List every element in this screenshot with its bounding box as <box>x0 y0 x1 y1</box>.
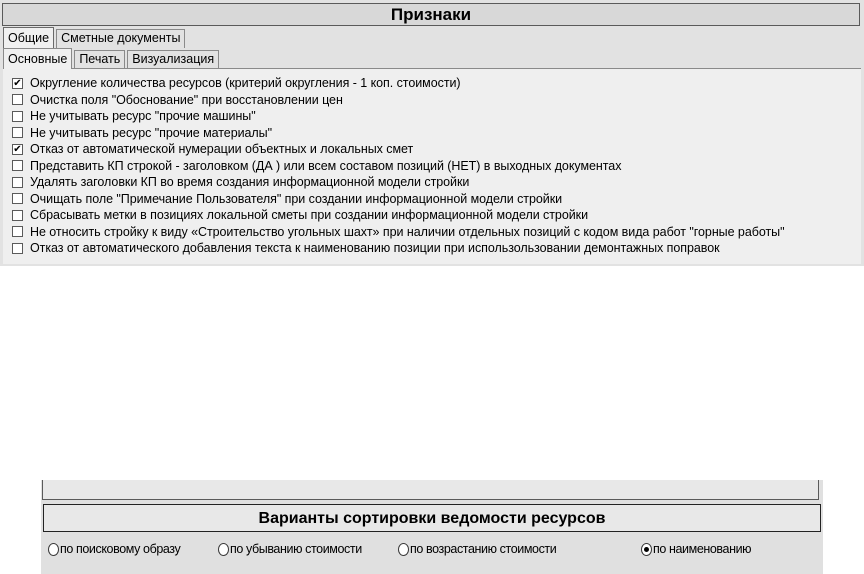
checkbox-list: ✔ Округление количества ресурсов (критери… <box>12 75 785 257</box>
sort-option-label: по поисковому образу <box>60 542 181 556</box>
checkbox-label: Удалять заголовки КП во время создания и… <box>30 175 470 190</box>
main-tabs: Общие Сметные документы <box>3 27 187 48</box>
features-panel: Признаки Общие Сметные документы Основны… <box>0 0 864 266</box>
tab-basic[interactable]: Основные <box>3 48 73 69</box>
sort-options: по поисковому образу по убыванию стоимост… <box>41 542 823 560</box>
tab-print[interactable]: Печать <box>74 50 126 69</box>
sort-option[interactable]: по поисковому образу <box>48 542 181 556</box>
tab-visualization[interactable]: Визуализация <box>127 50 220 69</box>
check-mark-icon: ✔ <box>13 77 22 89</box>
sort-option[interactable]: по убыванию стоимости <box>218 542 362 556</box>
checkbox-row[interactable]: Представить КП строкой - заголовком (ДА … <box>12 158 784 175</box>
panel-frame <box>42 480 819 500</box>
radio-button[interactable] <box>398 542 409 556</box>
checkbox-row[interactable]: Удалять заголовки КП во время создания и… <box>12 174 784 191</box>
checkbox-label: Не учитывать ресурс "прочие машины" <box>30 109 256 124</box>
tab-general[interactable]: Общие <box>3 27 55 48</box>
checkbox[interactable]: ✔ <box>12 77 23 89</box>
checkbox[interactable] <box>12 110 23 122</box>
sort-title: Варианты сортировки ведомости ресурсов <box>43 504 821 532</box>
tab-estimate-documents[interactable]: Сметные документы <box>56 29 186 48</box>
checkbox-row[interactable]: Очищать поле "Примечание Пользователя" п… <box>12 191 784 208</box>
checkbox-label: Представить КП строкой - заголовком (ДА … <box>30 158 622 173</box>
checkbox-label: Отказ от автоматической нумерации объект… <box>30 142 414 157</box>
checkbox[interactable] <box>12 127 23 139</box>
sort-option-label: по наименованию <box>653 542 752 556</box>
checkbox-row[interactable]: Не учитывать ресурс "прочие материалы" <box>12 125 784 142</box>
checkbox[interactable] <box>12 193 23 205</box>
checkbox-label: Округление количества ресурсов (критерий… <box>30 76 461 91</box>
sort-panel: Варианты сортировки ведомости ресурсов п… <box>41 480 823 574</box>
radio-button[interactable] <box>48 542 59 556</box>
sub-tabs: Основные Печать Визуализация <box>3 48 221 69</box>
checkbox-row[interactable]: Не учитывать ресурс "прочие машины" <box>12 108 784 125</box>
sort-option[interactable]: по возрастанию стоимости <box>398 542 557 556</box>
checkbox-row[interactable]: Сбрасывать метки в позициях локальной см… <box>12 207 784 224</box>
check-mark-icon: ✔ <box>13 143 22 155</box>
checkbox[interactable] <box>12 226 23 238</box>
checkbox[interactable] <box>12 242 23 254</box>
checkbox-row[interactable]: Очистка поля "Обоснование" при восстанов… <box>12 92 784 109</box>
checkbox-row[interactable]: ✔ Округление количества ресурсов (критери… <box>12 75 784 92</box>
checkbox-label: Отказ от автоматического добавления текс… <box>30 241 720 256</box>
panel-title: Признаки <box>2 3 860 26</box>
checkbox-row[interactable]: ✔ Отказ от автоматической нумерации объек… <box>12 141 784 158</box>
sort-option[interactable]: по наименованию <box>641 542 752 556</box>
checkbox[interactable] <box>12 209 23 221</box>
checkbox-label: Не относить стройку к виду «Строительств… <box>30 224 785 239</box>
checkbox[interactable] <box>12 176 23 188</box>
checkbox-row[interactable]: Отказ от автоматического добавления текс… <box>12 240 784 257</box>
checkbox-label: Очистка поля "Обоснование" при восстанов… <box>30 92 343 107</box>
checkbox-label: Очищать поле "Примечание Пользователя" п… <box>30 191 563 206</box>
checkbox-label: Не учитывать ресурс "прочие материалы" <box>30 125 272 140</box>
checkbox[interactable] <box>12 160 23 172</box>
sort-option-label: по убыванию стоимости <box>230 542 362 556</box>
checkbox[interactable] <box>12 94 23 106</box>
checkbox-label: Сбрасывать метки в позициях локальной см… <box>30 208 589 223</box>
radio-dot-icon <box>644 546 649 552</box>
sort-option-label: по возрастанию стоимости <box>410 542 557 556</box>
checkbox-row[interactable]: Не относить стройку к виду «Строительств… <box>12 224 785 241</box>
checkbox[interactable]: ✔ <box>12 143 23 155</box>
tab-content: ✔ Округление количества ресурсов (критери… <box>3 68 861 264</box>
radio-button[interactable] <box>641 542 652 556</box>
radio-button[interactable] <box>218 542 229 556</box>
